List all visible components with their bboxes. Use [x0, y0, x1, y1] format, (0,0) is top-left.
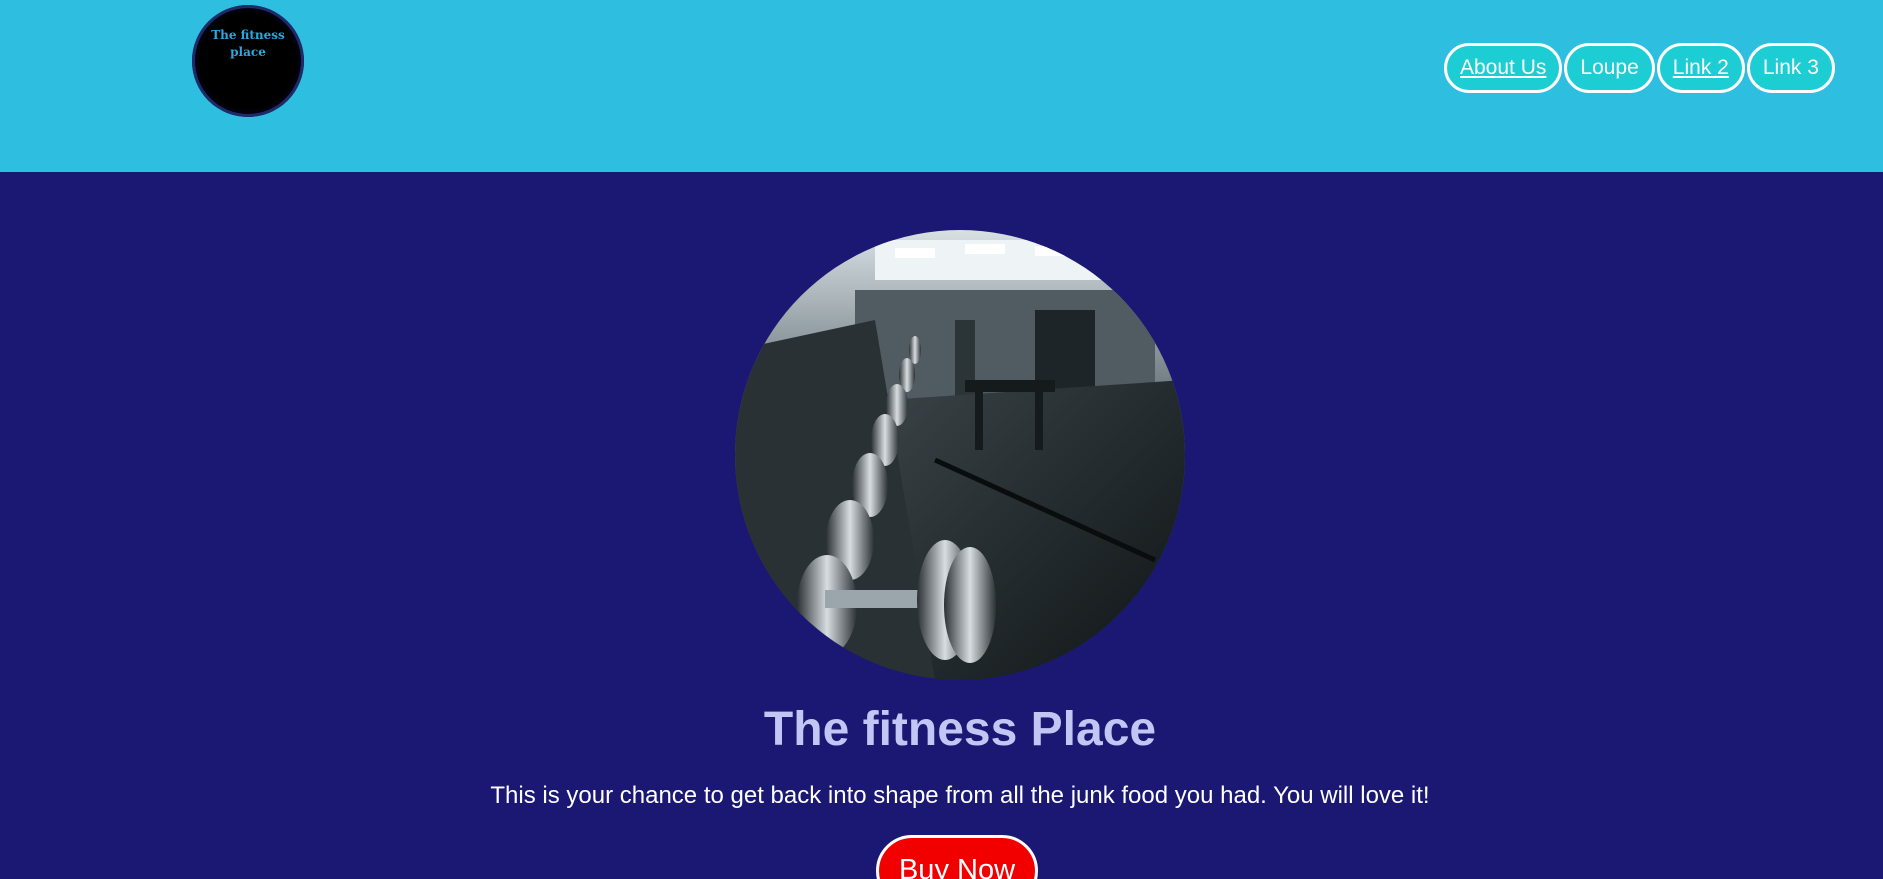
hero-section: The fitness Place This is your chance to…: [0, 172, 1883, 879]
nav-link-link-2[interactable]: Link 2: [1656, 43, 1745, 93]
gym-hero-image: [735, 230, 1185, 680]
logo-text: The fitness place: [211, 28, 285, 59]
page-title: The fitness Place: [763, 703, 1157, 756]
nav-link-loupe[interactable]: Loupe: [1564, 43, 1655, 93]
hero-description: This is your chance to get back into sha…: [490, 782, 1430, 809]
buy-now-button[interactable]: Buy Now: [876, 835, 1038, 879]
main-nav: About Us Loupe Link 2 Link 3: [1444, 43, 1835, 93]
site-logo[interactable]: The fitness place: [192, 5, 304, 117]
gym-dumbbells-icon: [735, 230, 1185, 680]
nav-link-link-3[interactable]: Link 3: [1746, 43, 1835, 93]
nav-link-about-us[interactable]: About Us: [1444, 43, 1563, 93]
site-header: The fitness place About Us Loupe Link 2 …: [0, 0, 1883, 172]
